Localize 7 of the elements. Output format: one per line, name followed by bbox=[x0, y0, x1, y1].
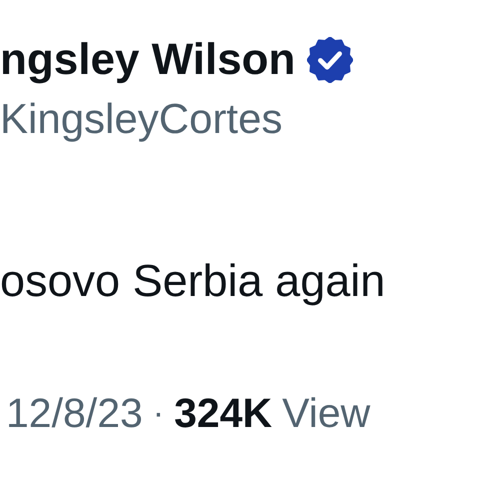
author-handle[interactable]: KingsleyCortes bbox=[0, 94, 480, 144]
separator-dot: · bbox=[152, 393, 164, 434]
views-count: 324K bbox=[174, 389, 272, 438]
author-name[interactable]: ngsley Wilson bbox=[0, 34, 296, 86]
post-text: osovo Serbia again bbox=[0, 254, 386, 308]
post-date[interactable]: 12/8/23 bbox=[6, 388, 143, 438]
views-label: View bbox=[282, 389, 370, 438]
